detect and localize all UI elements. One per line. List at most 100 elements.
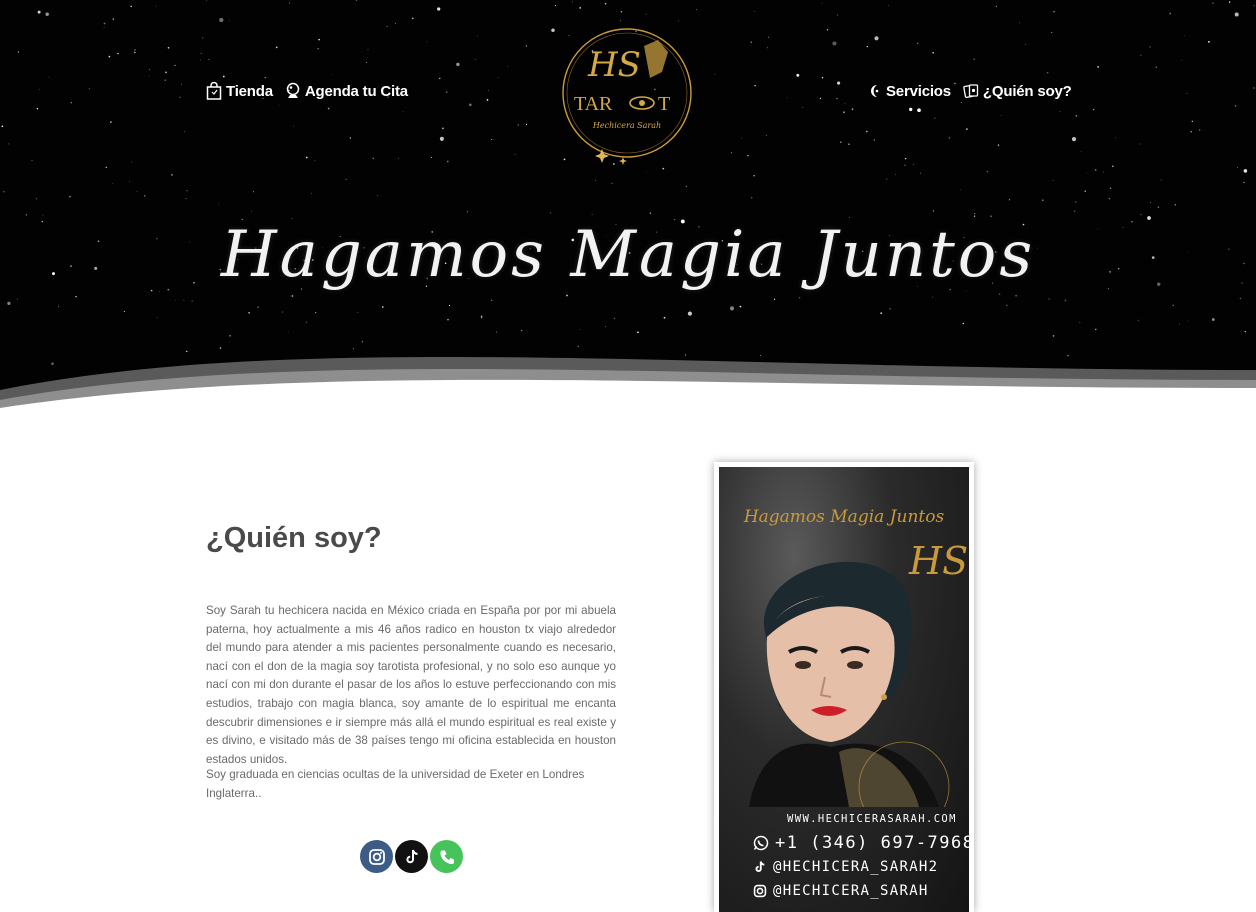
star [766,134,767,136]
star [117,52,119,55]
star [997,144,1000,146]
star [604,2,607,5]
star [1137,319,1139,321]
star [880,312,883,315]
nav-right: Servicios ¿Quién soy? [866,82,1072,100]
star [507,66,509,67]
portrait-illustration [749,561,950,807]
star [110,121,112,123]
star [3,191,5,193]
nav-item-servicios[interactable]: Servicios [866,82,951,100]
photo-instagram-text: @HECHICERA_SARAH [773,883,929,899]
star [645,171,647,173]
star [1051,32,1053,33]
star [566,294,568,297]
star [786,97,788,99]
star [289,2,291,4]
star [685,185,688,188]
star [165,71,167,74]
star [35,198,38,200]
star [1211,318,1215,321]
star [909,107,913,112]
star [426,41,428,43]
star [1228,1,1231,3]
star [1140,214,1142,216]
star [851,108,854,110]
nav-item-tienda[interactable]: Tienda [206,82,273,100]
star [1046,71,1049,74]
star [579,7,582,9]
star [611,182,613,185]
star [58,303,60,305]
star [1019,22,1020,24]
photo-tagline: Hagamos Magia Juntos [743,507,945,527]
star [1115,137,1117,139]
star [837,81,841,85]
star [123,311,125,313]
star [183,299,185,301]
star [595,180,597,182]
star [751,197,753,199]
star [714,73,716,75]
star [1140,54,1142,56]
star [514,154,516,156]
star [293,125,294,127]
star [1157,206,1160,208]
about-heading: ¿Quién soy? [206,522,382,554]
star [356,312,358,313]
star [865,130,868,133]
instagram-button[interactable] [360,840,393,873]
star [402,111,404,112]
star [200,52,202,55]
logo-word-right: T [658,93,670,115]
star [317,48,319,50]
tiktok-button[interactable] [395,840,428,873]
star [179,96,181,98]
nav-item-quien-soy[interactable]: ¿Quién soy? [963,82,1072,100]
star [1094,169,1097,171]
star [131,161,133,163]
star [844,102,846,104]
hero-section: Tienda Agenda tu Cita HS TAR T Hechicera… [0,0,1256,420]
star [202,37,204,39]
star [31,160,33,161]
star [497,76,499,78]
star [148,75,150,77]
star [327,107,330,110]
star [174,64,176,66]
star [491,138,493,141]
nav-item-agenda[interactable]: Agenda tu Cita [285,82,408,100]
star [1006,304,1008,307]
star [257,306,259,308]
star [229,20,230,22]
star [7,301,11,305]
star [1234,105,1237,107]
star [305,156,308,159]
star [397,157,399,159]
star [1108,198,1110,200]
star [486,99,489,101]
star [554,5,557,7]
star [446,160,449,163]
star [1160,179,1162,181]
star [156,316,158,318]
star [960,101,962,103]
tarot-logo[interactable]: HS TAR T Hechicera Sarah [554,20,700,166]
star [973,58,975,60]
photo-url: WWW.HECHICERASARAH.COM [787,813,957,825]
phone-button[interactable] [430,840,463,873]
star [572,1,573,3]
star [1234,12,1239,17]
star [966,128,968,130]
star [275,46,278,49]
star [1150,202,1152,203]
star [103,22,106,25]
star [741,137,742,139]
star [144,195,146,197]
star [1041,199,1044,202]
star [112,18,115,20]
star [466,211,469,213]
star [264,77,266,79]
star [278,104,280,106]
about-paragraph: Soy graduada en ciencias ocultas de la u… [206,768,585,800]
